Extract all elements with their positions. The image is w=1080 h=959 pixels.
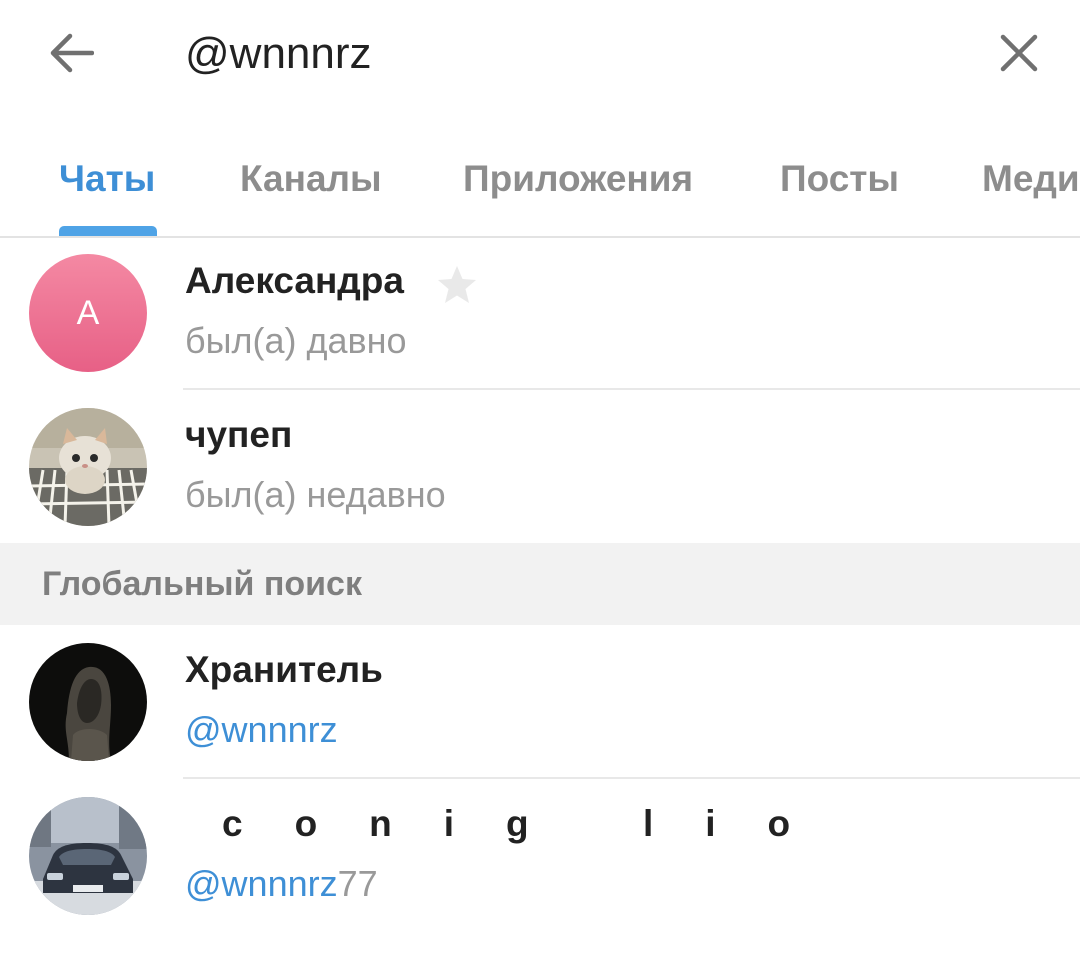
kitten-photo [29, 408, 147, 526]
tab-media[interactable]: Медиа [982, 158, 1080, 200]
avatar: A [29, 254, 147, 372]
arrow-left-icon [50, 33, 94, 73]
section-title: Глобальный поиск [42, 565, 362, 603]
tab-bar: Чаты Каналы Приложения Посты Медиа [0, 136, 1080, 238]
username-match: @wnnnrz [185, 863, 338, 904]
avatar [29, 797, 147, 915]
global-result-row[interactable]: conig lio @wnnnrz77 [0, 779, 1080, 933]
result-username: @wnnnrz [185, 709, 338, 751]
global-search-header: Глобальный поиск [0, 543, 1080, 625]
avatar [29, 408, 147, 526]
chat-status: был(а) давно [185, 320, 407, 361]
search-header: @wnnnrz [0, 0, 1080, 110]
result-name: Хранитель [185, 649, 383, 690]
clear-search-button[interactable] [988, 22, 1050, 84]
avatar-letter: A [29, 254, 147, 372]
chat-name: Александра [185, 260, 404, 301]
chat-name: чупеп [185, 414, 293, 455]
username-match: @wnnnrz [185, 709, 338, 750]
tab-posts[interactable]: Посты [780, 158, 899, 200]
back-button[interactable] [38, 22, 104, 84]
tab-channels[interactable]: Каналы [240, 158, 382, 200]
username-rest: 77 [337, 863, 378, 904]
global-result-row[interactable]: Хранитель @wnnnrz [0, 625, 1080, 779]
tab-chats[interactable]: Чаты [59, 158, 155, 200]
chat-row[interactable]: чупеп был(а) недавно [0, 390, 1080, 544]
chat-row[interactable]: A Александра был(а) давно [0, 236, 1080, 390]
car-photo [29, 797, 147, 915]
result-name: conig lio [222, 803, 843, 844]
close-icon [1000, 34, 1038, 72]
result-username: @wnnnrz77 [185, 863, 378, 905]
avatar [29, 643, 147, 761]
star-icon [438, 266, 476, 303]
hooded-figure-photo [29, 643, 147, 761]
search-input[interactable]: @wnnnrz [185, 26, 372, 82]
tab-apps[interactable]: Приложения [463, 158, 693, 200]
chat-status: был(а) недавно [185, 474, 446, 515]
tab-active-indicator [59, 226, 157, 236]
